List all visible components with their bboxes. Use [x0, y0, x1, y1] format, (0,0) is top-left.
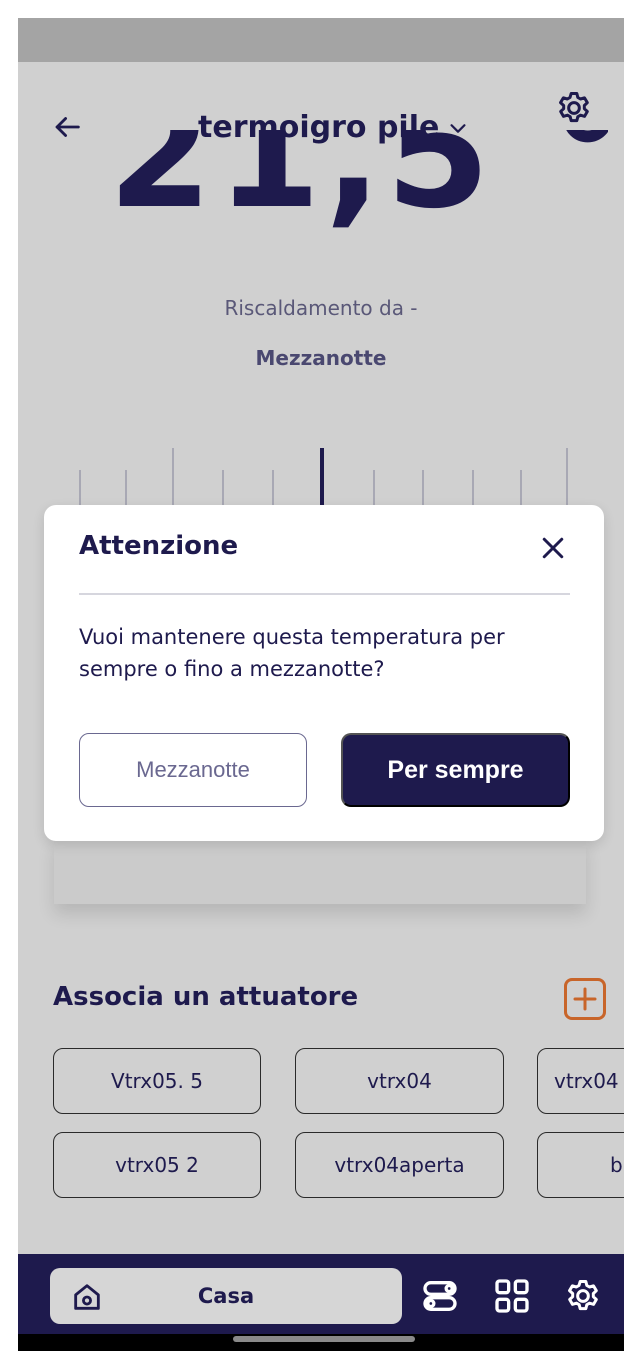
toggles-icon[interactable]	[420, 1276, 460, 1316]
ruler-tick	[566, 448, 568, 506]
heating-status-label: Riscaldamento da -	[224, 296, 418, 320]
nav-home-button[interactable]: Casa	[50, 1268, 402, 1324]
midnight-button[interactable]: Mezzanotte	[79, 733, 307, 807]
dialog-title: Attenzione	[79, 531, 239, 561]
ruler-tick	[125, 470, 127, 506]
add-actuator-button[interactable]	[564, 978, 606, 1020]
actuator-chip-label: vtrx04aperta	[334, 1153, 465, 1177]
actuator-chip[interactable]: Vtrx05. 5	[53, 1048, 261, 1114]
actuator-chip[interactable]: vtrx04	[537, 1048, 624, 1114]
status-bar	[18, 18, 624, 62]
ruler-tick	[272, 470, 274, 506]
actuators-section-title: Associa un attuatore	[53, 982, 359, 1012]
home-indicator[interactable]	[233, 1336, 415, 1342]
forever-button[interactable]: Per sempre	[341, 733, 570, 807]
close-icon[interactable]	[538, 533, 568, 563]
actuator-chip-label: Vtrx05. 5	[111, 1069, 203, 1093]
bottom-nav: Casa	[18, 1254, 624, 1334]
actuator-chip-label: vtrx04	[367, 1069, 432, 1093]
system-nav-area	[18, 1334, 624, 1351]
ruler-tick	[222, 470, 224, 506]
ruler-tick	[520, 470, 522, 506]
grid-icon[interactable]	[492, 1276, 532, 1316]
gear-icon[interactable]	[563, 1276, 603, 1316]
ruler-tick	[79, 470, 81, 506]
dialog-message: Vuoi mantenere questa temperatura per se…	[79, 625, 505, 681]
actuator-chip[interactable]: vtrx04aperta	[295, 1132, 504, 1198]
actuator-chip-label: vtrx05 2	[115, 1153, 199, 1177]
heating-mode-value: Mezzanotte	[255, 346, 387, 370]
temperature-display: 21,5 °C	[108, 130, 608, 236]
plus-square-icon	[573, 987, 597, 1011]
nav-home-label: Casa	[197, 1284, 255, 1308]
dialog-divider	[79, 593, 570, 595]
actuator-chip-label: vtrx04	[554, 1069, 619, 1093]
ruler-tick	[472, 470, 474, 506]
ruler-tick	[422, 470, 424, 506]
attention-dialog: Attenzione Vuoi mantenere questa tempera…	[44, 505, 604, 841]
actuator-chip[interactable]: vtrx04	[295, 1048, 504, 1114]
ruler-tick	[172, 448, 174, 506]
actuator-chip-label: b	[610, 1153, 623, 1177]
temperature-value: 21,5 °C	[108, 130, 608, 236]
actuator-chip[interactable]: vtrx05 2	[53, 1132, 261, 1198]
gear-icon[interactable]	[554, 88, 594, 128]
ruler-tick	[373, 470, 375, 506]
actuator-chip[interactable]: b	[537, 1132, 624, 1198]
background-panel	[54, 838, 586, 904]
arrow-left-icon[interactable]	[50, 110, 84, 144]
